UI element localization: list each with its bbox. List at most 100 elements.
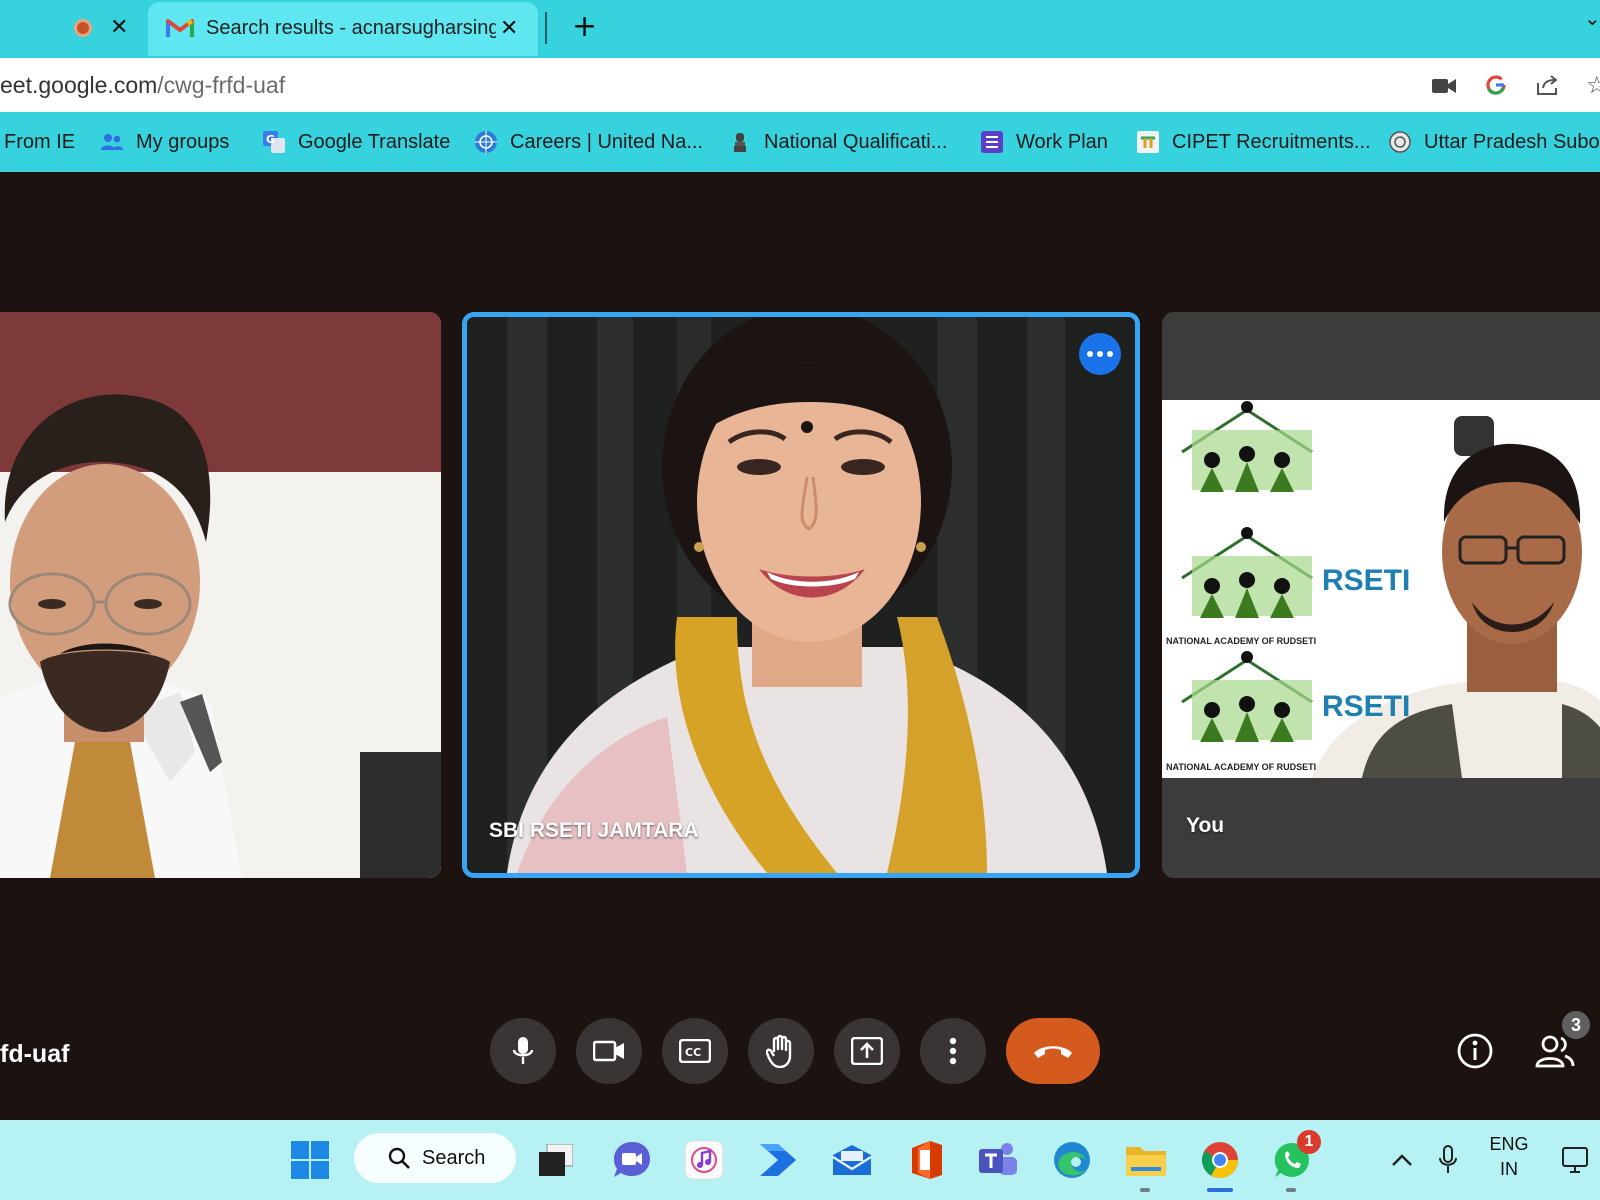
dot-icon [1087, 351, 1093, 357]
bookmark-star-icon[interactable]: ☆ [1586, 71, 1600, 99]
participant-name: SBI RSETI JAMTARA [489, 819, 699, 842]
recording-indicator-icon [74, 19, 92, 37]
taskbar-app-chat[interactable] [610, 1138, 654, 1182]
up-seal-icon [1389, 131, 1411, 153]
bookmark-my-groups[interactable]: My groups [100, 129, 229, 155]
music-icon [684, 1140, 724, 1180]
list-icon [981, 131, 1003, 153]
new-tab-icon[interactable]: + [572, 12, 597, 42]
bookmark-from-ie[interactable]: From IE [4, 129, 75, 155]
camera-button[interactable] [576, 1018, 642, 1084]
taskbar-app-chrome[interactable] [1198, 1138, 1242, 1182]
raise-hand-button[interactable] [748, 1018, 814, 1084]
bookmark-label: Uttar Pradesh Subo... [1424, 130, 1600, 153]
url-path: /cwg-frfd-uaf [157, 72, 286, 98]
active-speaker-tile[interactable]: SBI RSETI JAMTARA [462, 312, 1140, 878]
bookmark-label: My groups [136, 130, 230, 153]
taskbar-app-power-automate[interactable] [756, 1138, 800, 1182]
end-call-icon [1034, 1046, 1072, 1058]
search-icon [388, 1147, 410, 1169]
whatsapp-notification-badge: 1 [1297, 1130, 1321, 1154]
bookmark-careers-un[interactable]: Careers | United Na... [474, 129, 703, 155]
bookmark-label: Careers | United Na... [510, 130, 704, 153]
bookmark-label: From IE [4, 130, 76, 153]
rseti-brand-text: RSETI [1322, 690, 1411, 723]
participant-name: You [1186, 814, 1225, 837]
search-label: Search [422, 1146, 486, 1169]
app-running-indicator [1140, 1188, 1150, 1192]
groups-icon [101, 134, 123, 150]
camera-in-use-icon[interactable] [1432, 77, 1456, 95]
close-tab-icon[interactable]: ✕ [110, 17, 128, 39]
emblem-icon [734, 133, 746, 152]
taskbar-app-office[interactable] [904, 1138, 948, 1182]
camera-icon [593, 1040, 624, 1062]
end-call-button[interactable] [1006, 1018, 1100, 1084]
bookmark-uttar-pradesh[interactable]: Uttar Pradesh Subo... [1388, 129, 1600, 155]
bookmarks-bar: From IE My groups G Google Translate Car… [0, 112, 1600, 172]
tile-more-options-button[interactable] [1079, 333, 1121, 375]
notifications-button[interactable] [1554, 1138, 1598, 1182]
bookmark-work-plan[interactable]: Work Plan [980, 129, 1108, 155]
chevron-up-icon [1392, 1154, 1412, 1166]
taskbar-app-teams[interactable] [976, 1138, 1020, 1182]
microphone-tray-button[interactable] [1426, 1138, 1470, 1182]
mic-icon [1439, 1145, 1457, 1173]
svg-text:CC: CC [685, 1046, 701, 1059]
mic-icon [512, 1037, 534, 1064]
tab-separator [545, 12, 547, 44]
start-button[interactable] [288, 1138, 332, 1182]
participant-tile[interactable] [0, 312, 441, 878]
meet-stage: SBI RSETI JAMTARA RSETI RSETI NATIONAL A… [0, 172, 1600, 1120]
address-bar[interactable]: eet.google.com/cwg-frfd-uaf ☆ [0, 58, 1600, 112]
banner-caption: NATIONAL ACADEMY OF RUDSETI [1166, 636, 1317, 646]
task-view-icon [539, 1144, 573, 1176]
meeting-code: fd-uaf [0, 1040, 70, 1068]
bookmark-cipet[interactable]: CIPET Recruitments... [1136, 129, 1371, 155]
office-icon [912, 1141, 942, 1179]
show-hidden-icons-button[interactable] [1380, 1138, 1424, 1182]
bookmark-label: Google Translate [298, 130, 451, 153]
region-code: IN [1500, 1159, 1518, 1179]
translate-icon: G [263, 131, 285, 153]
participant-video [0, 312, 441, 878]
svg-text:G: G [266, 133, 275, 146]
url-text[interactable]: eet.google.com/cwg-frfd-uaf [0, 72, 285, 99]
power-automate-icon [760, 1144, 796, 1176]
taskbar-app-mail[interactable] [830, 1138, 874, 1182]
captions-button[interactable]: CC [662, 1018, 728, 1084]
captions-icon: CC [679, 1039, 711, 1063]
tab-meet[interactable]: ✕ [0, 0, 146, 56]
self-view-tile[interactable]: RSETI RSETI NATIONAL ACADEMY OF RUDSETI … [1162, 312, 1600, 878]
bookmark-google-translate[interactable]: G Google Translate [262, 129, 450, 155]
cipet-icon [1137, 131, 1159, 153]
tab-search-chevron-icon[interactable]: ⌄ [1584, 6, 1600, 30]
taskbar-app-itunes[interactable] [682, 1138, 726, 1182]
app-active-indicator [1207, 1188, 1233, 1192]
meeting-details-button[interactable] [1452, 1028, 1498, 1074]
present-button[interactable] [834, 1018, 900, 1084]
input-language-indicator[interactable]: ENG IN [1486, 1132, 1532, 1182]
chat-icon [614, 1142, 650, 1177]
info-icon [1457, 1033, 1493, 1069]
taskbar-app-file-explorer[interactable] [1124, 1138, 1168, 1182]
more-vert-icon [949, 1037, 957, 1065]
un-emblem-icon [475, 131, 497, 153]
taskbar-app-edge[interactable] [1050, 1138, 1094, 1182]
more-options-button[interactable] [920, 1018, 986, 1084]
taskbar-search[interactable]: Search [354, 1133, 516, 1183]
banner-caption: NATIONAL ACADEMY OF RUDSETI [1166, 762, 1317, 772]
tab-title: Search results - acnarsugharsingh [206, 17, 496, 39]
notification-center-icon [1562, 1147, 1588, 1173]
mic-button[interactable] [490, 1018, 556, 1084]
mail-icon [832, 1145, 872, 1175]
url-host: eet.google.com [0, 72, 158, 98]
google-lens-icon[interactable] [1484, 73, 1508, 97]
chrome-icon [1201, 1142, 1238, 1179]
share-icon[interactable] [1535, 73, 1561, 97]
bookmark-national-qualification[interactable]: National Qualificati... [728, 129, 947, 155]
close-tab-icon[interactable]: ✕ [500, 18, 518, 40]
tab-gmail-search[interactable]: Search results - acnarsugharsingh ✕ [148, 2, 538, 56]
task-view-button[interactable] [534, 1138, 578, 1182]
dot-icon [1097, 351, 1103, 357]
